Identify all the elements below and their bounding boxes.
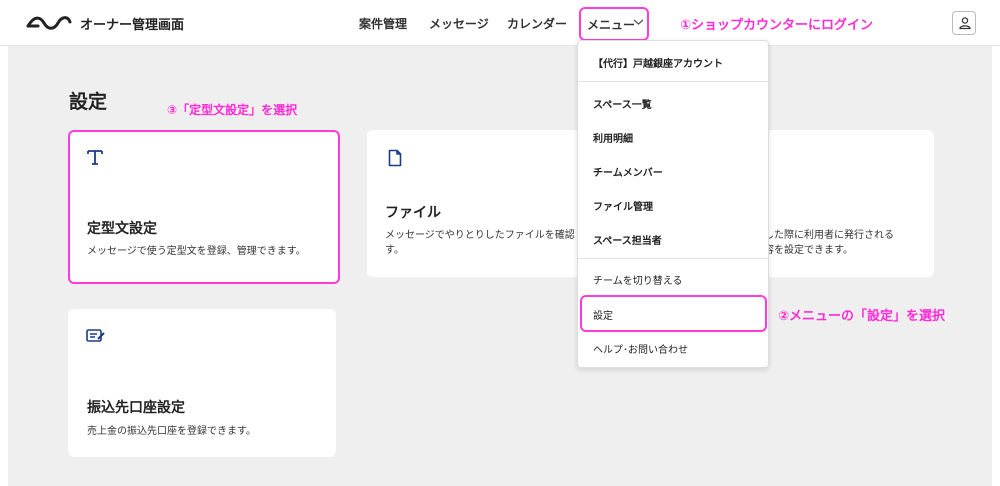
menu-dropdown-button[interactable]: メニュー bbox=[579, 7, 649, 41]
user-icon bbox=[959, 17, 971, 30]
menu-item-space-list[interactable]: スペース一覧 bbox=[593, 96, 652, 111]
annotation-step3: ③「定型文設定」を選択 bbox=[167, 103, 298, 117]
nav-calendar[interactable]: カレンダー bbox=[507, 15, 567, 32]
menu-item-help[interactable]: ヘルプ･お問い合わせ bbox=[593, 341, 688, 356]
edit-note-icon bbox=[86, 329, 105, 342]
menu-divider bbox=[578, 258, 768, 259]
menu-label: メニュー bbox=[587, 18, 636, 32]
menu-item-settings[interactable]: 設定 bbox=[593, 307, 613, 322]
menu-item-file-management[interactable]: ファイル管理 bbox=[593, 198, 653, 213]
card-title: 定型文設定 bbox=[87, 221, 157, 237]
app-title: オーナー管理画面 bbox=[80, 18, 185, 33]
menu-item-team-members[interactable]: チームメンバー bbox=[593, 164, 663, 179]
desc-line: す。 bbox=[385, 245, 404, 256]
page-title: 設定 bbox=[69, 91, 108, 113]
menu-item-space-staff[interactable]: スペース担当者 bbox=[593, 232, 662, 247]
annotation-step2: ②メニューの「設定」を選択 bbox=[778, 309, 946, 324]
menu-divider bbox=[578, 81, 768, 82]
top-header: オーナー管理画面 案件管理 メッセージ カレンダー メニュー ①ショップカウンタ… bbox=[0, 0, 1000, 46]
desc-line: 容を設定できます。 bbox=[764, 245, 853, 256]
nav-projects[interactable]: 案件管理 bbox=[359, 15, 407, 32]
logo-icon[interactable] bbox=[26, 13, 72, 33]
annotation-step1: ①ショップカウンターにログイン bbox=[680, 18, 874, 33]
menu-item-usage[interactable]: 利用明細 bbox=[593, 130, 633, 145]
card-title: 振込先口座設定 bbox=[87, 400, 185, 416]
nav-messages[interactable]: メッセージ bbox=[429, 15, 489, 32]
menu-item-switch-team[interactable]: チームを切り替える bbox=[593, 272, 682, 287]
file-icon bbox=[388, 149, 402, 167]
desc-line: メッセージでやりとりしたファイルを確認 bbox=[385, 230, 575, 241]
menu-dropdown: 【代行】戸越銀座アカウント スペース一覧 利用明細 チームメンバー ファイル管理… bbox=[577, 40, 769, 368]
chevron-down-icon bbox=[633, 19, 644, 25]
desc-line: した際に利用者に発行される bbox=[764, 230, 894, 241]
card-description: メッセージでやりとりしたファイルを確認 す。 bbox=[385, 228, 580, 258]
card-template-text[interactable]: 定型文設定 メッセージで使う定型文を登録、管理できます。 bbox=[70, 132, 338, 282]
user-account-button[interactable] bbox=[952, 11, 976, 35]
card-description: 売上金の振込先口座を登録できます。 bbox=[87, 426, 256, 437]
card-description: メッセージで使う定型文を登録、管理できます。 bbox=[87, 246, 306, 257]
card-description: した際に利用者に発行される 容を設定できます。 bbox=[764, 228, 929, 258]
text-t-icon bbox=[87, 150, 103, 165]
card-title: ファイル bbox=[385, 205, 441, 221]
menu-item-account[interactable]: 【代行】戸越銀座アカウント bbox=[593, 55, 723, 70]
card-bank-account[interactable]: 振込先口座設定 売上金の振込先口座を登録できます。 bbox=[68, 309, 336, 457]
